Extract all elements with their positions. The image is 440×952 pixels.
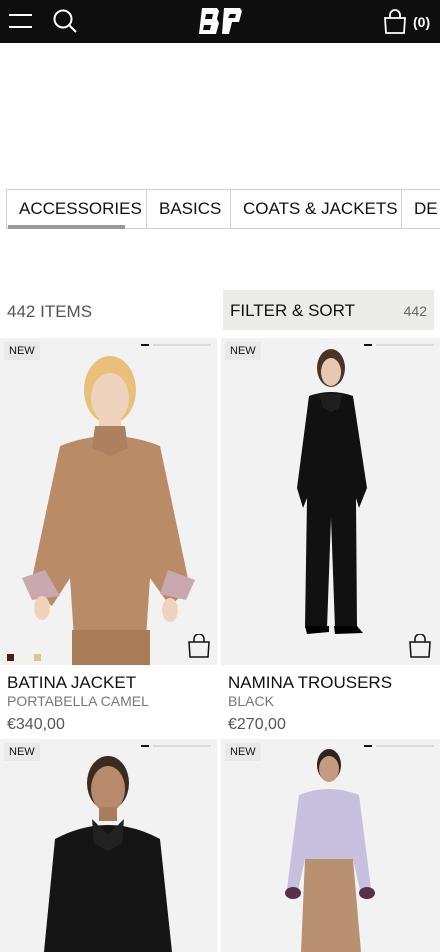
add-to-bag-icon[interactable]: [408, 634, 432, 658]
brand-logo[interactable]: [197, 5, 245, 37]
new-badge: NEW: [4, 342, 40, 360]
bag-icon[interactable]: [382, 9, 408, 34]
tab-label: BASICS: [159, 199, 222, 218]
tab-label: DE: [414, 199, 438, 218]
image-pager: [141, 745, 211, 747]
items-count: 442 ITEMS: [7, 302, 93, 321]
product-image[interactable]: NEW: [221, 739, 440, 952]
product-card[interactable]: NEW: [0, 739, 217, 952]
filter-sort-label: FILTER & SORT: [230, 301, 356, 320]
tab-basics[interactable]: BASICS: [146, 189, 231, 229]
swatch[interactable]: [21, 654, 28, 661]
swatch[interactable]: [7, 654, 14, 661]
active-tab-indicator: [8, 225, 125, 229]
product-price: €340,00: [7, 716, 65, 733]
image-pager: [364, 745, 434, 747]
category-tabs: ACCESSORIES BASICS COATS & JACKETS DE: [6, 189, 440, 229]
model-figure: [0, 739, 217, 952]
product-price: €270,00: [228, 716, 286, 733]
menu-icon[interactable]: [8, 10, 34, 32]
filter-sort-button[interactable]: FILTER & SORT 442: [223, 290, 434, 330]
tab-more[interactable]: DE: [401, 189, 440, 229]
image-pager: [364, 344, 434, 346]
product-image[interactable]: NEW: [0, 739, 217, 952]
new-badge: NEW: [225, 743, 261, 761]
new-badge: NEW: [225, 342, 261, 360]
product-card[interactable]: NEW: [221, 739, 440, 952]
product-color: BLACK: [228, 693, 274, 709]
tab-coats-jackets[interactable]: COATS & JACKETS: [230, 189, 402, 229]
product-color: PORTABELLA CAMEL: [7, 693, 149, 709]
bag-count[interactable]: (0): [413, 14, 430, 30]
add-to-bag-icon[interactable]: [187, 634, 211, 658]
image-pager: [141, 344, 211, 346]
top-bar: (0): [0, 0, 440, 43]
model-figure: [0, 338, 217, 665]
tab-label: ACCESSORIES: [19, 199, 142, 218]
product-card[interactable]: NEW BATINA JACKET PORTABELLA CAMEL €340,…: [0, 338, 217, 738]
swatch[interactable]: [34, 654, 41, 661]
tab-label: COATS & JACKETS: [243, 199, 398, 218]
new-badge: NEW: [4, 743, 40, 761]
filter-count: 442: [403, 303, 427, 319]
tab-accessories[interactable]: ACCESSORIES: [6, 189, 147, 229]
model-figure: [221, 739, 440, 952]
product-card[interactable]: NEW NAMINA TROUSERS BLACK €270,00: [221, 338, 440, 738]
product-name[interactable]: BATINA JACKET: [7, 673, 136, 693]
product-image[interactable]: NEW: [0, 338, 217, 665]
product-image[interactable]: NEW: [221, 338, 440, 665]
model-figure: [221, 338, 440, 665]
product-name[interactable]: NAMINA TROUSERS: [228, 673, 392, 693]
search-icon[interactable]: [52, 8, 78, 34]
